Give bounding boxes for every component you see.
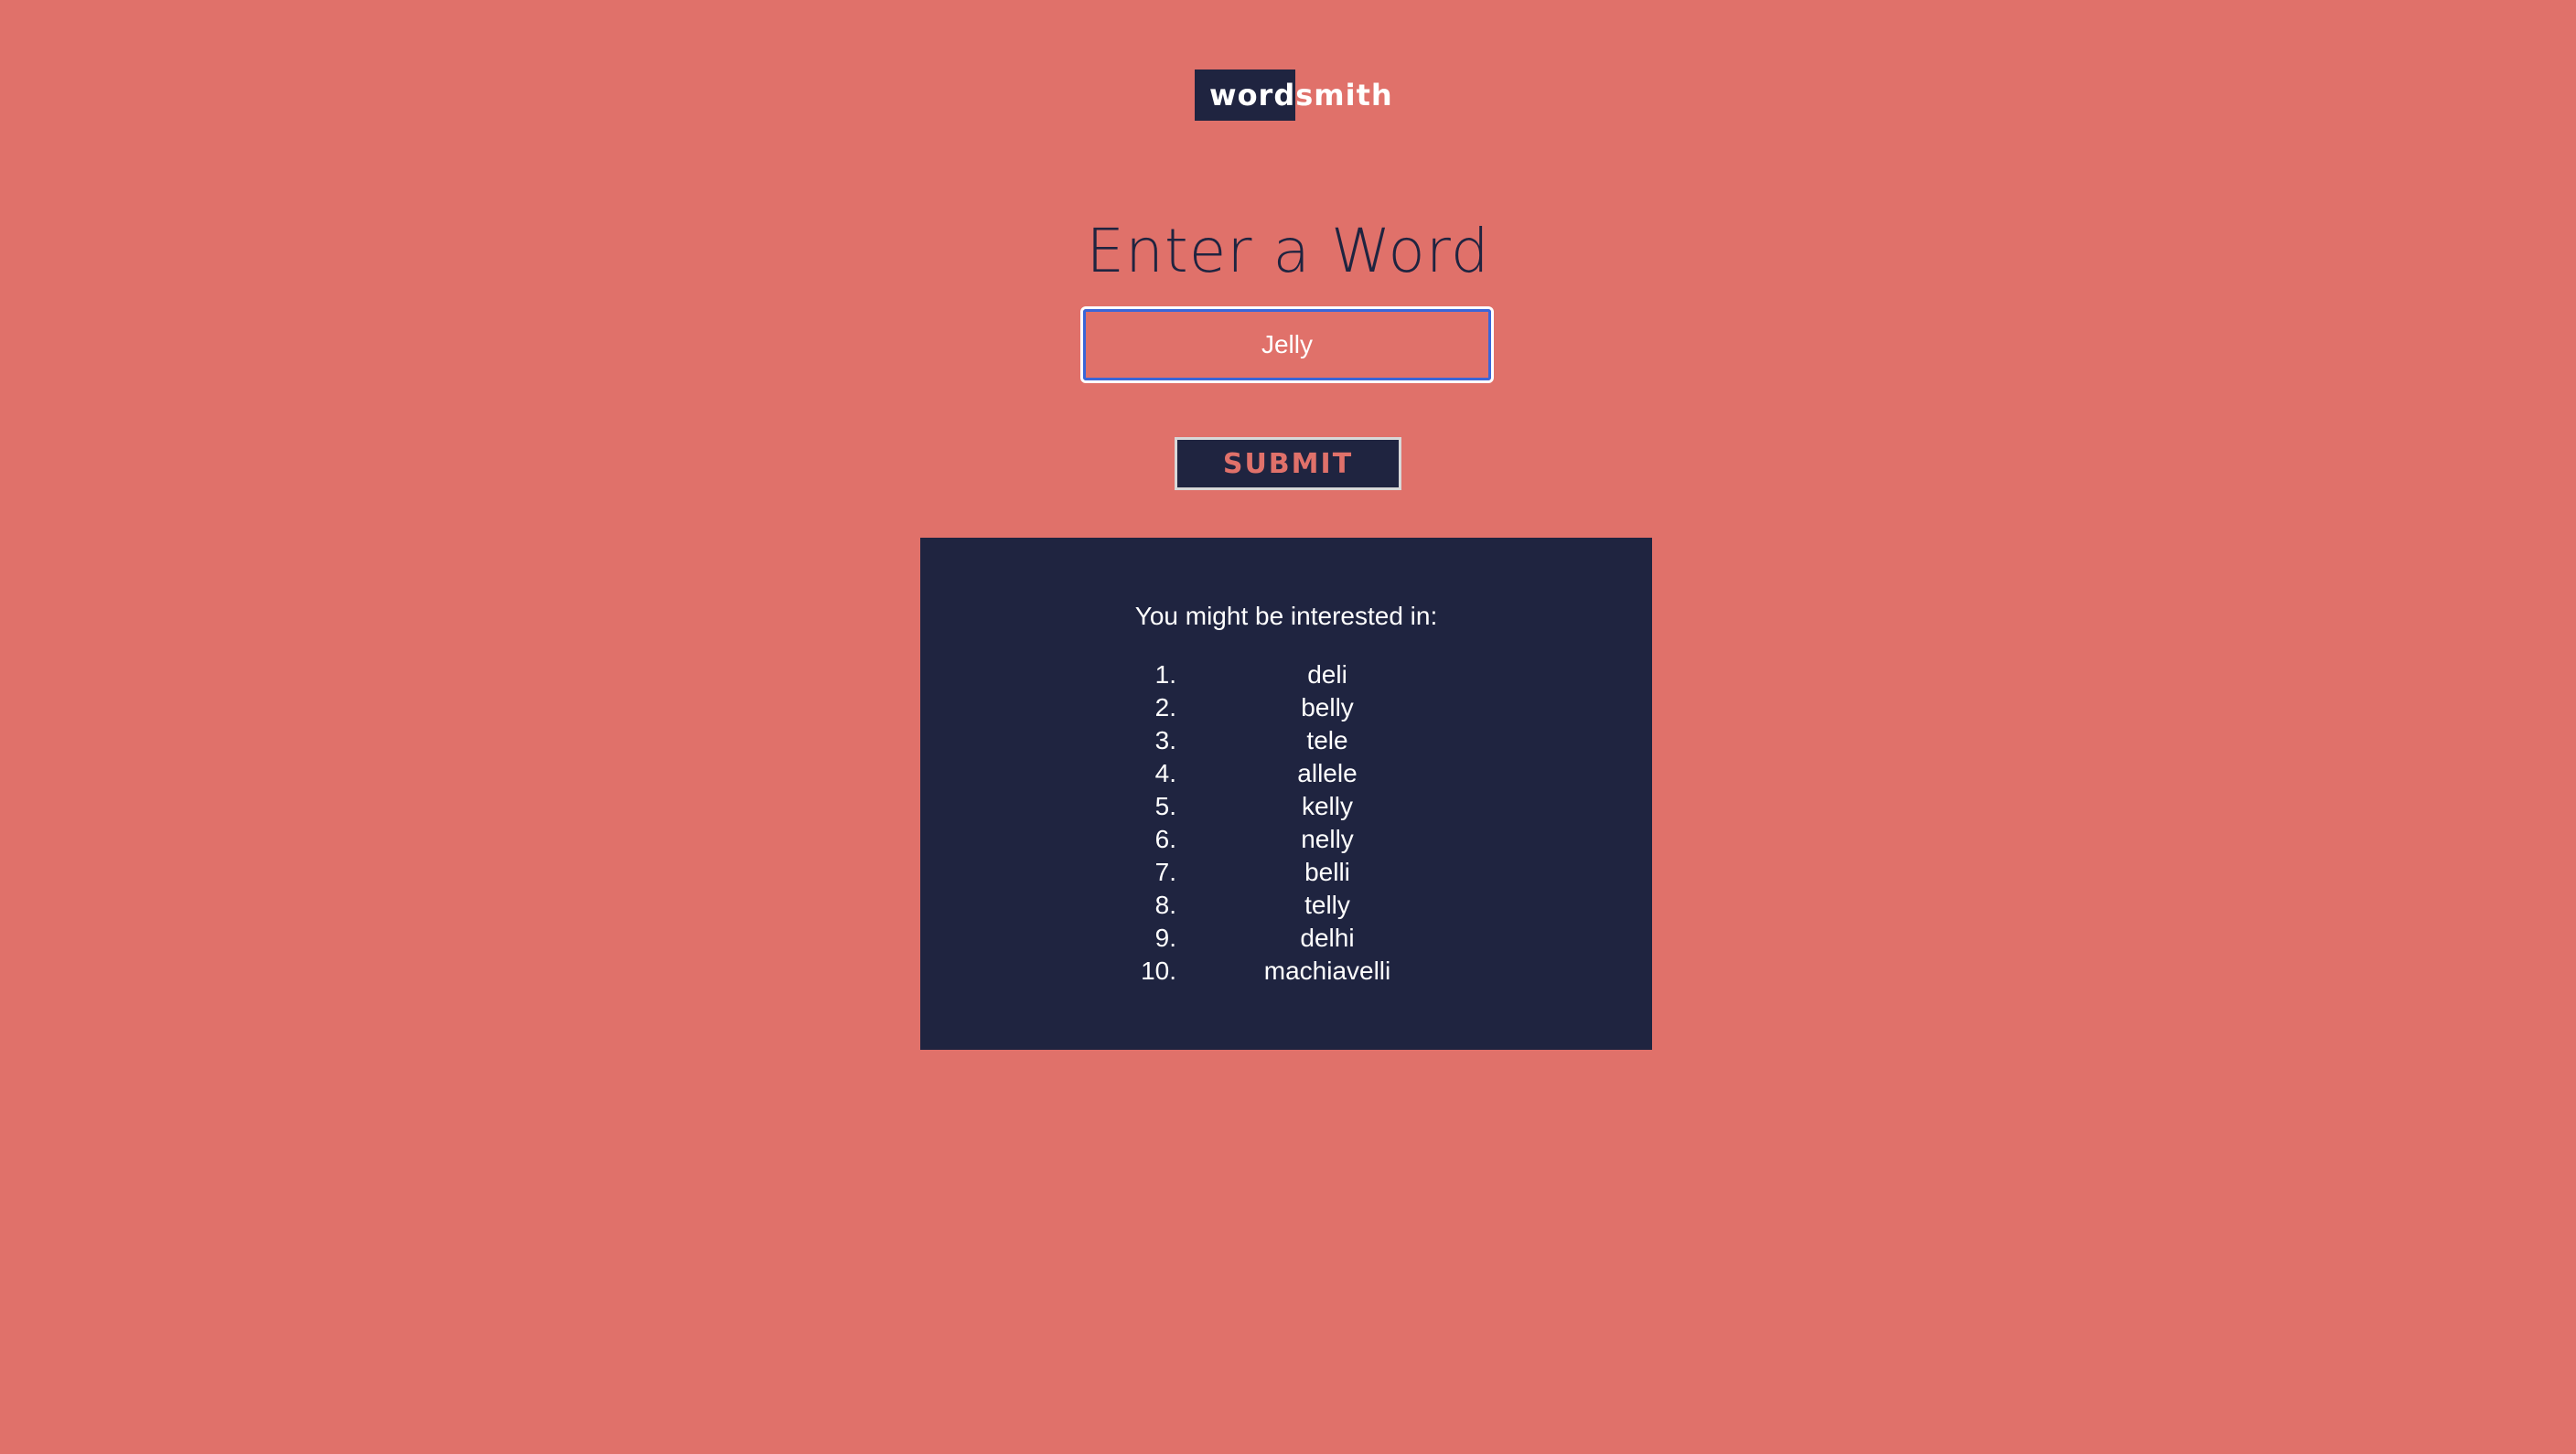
- word-input[interactable]: [1080, 306, 1494, 383]
- list-item-number: 2.: [1154, 693, 1176, 722]
- list-item: 1. deli: [920, 658, 1652, 691]
- list-item: 7. belli: [920, 856, 1652, 889]
- list-item-word: delhi: [1300, 924, 1355, 952]
- results-list: 1. deli 2. belly 3. tele 4. allele 5. ke…: [920, 658, 1652, 988]
- submit-button[interactable]: SUBMIT: [1175, 437, 1401, 490]
- list-item-word: nelly: [1301, 825, 1354, 853]
- list-item-number: 1.: [1154, 660, 1176, 689]
- list-item: 4. allele: [920, 757, 1652, 790]
- list-item-number: 5.: [1154, 792, 1176, 820]
- logo[interactable]: word smith: [1195, 69, 1393, 121]
- list-item: 3. tele: [920, 724, 1652, 757]
- list-item-word: allele: [1297, 759, 1358, 787]
- list-item-word: machiavelli: [1263, 957, 1391, 985]
- list-item-number: 4.: [1154, 759, 1176, 787]
- page-title: Enter a Word: [1086, 216, 1490, 286]
- results-panel: You might be interested in: 1. deli 2. b…: [920, 538, 1652, 1050]
- logo-smith: smith: [1295, 78, 1393, 112]
- list-item: 10. machiavelli: [920, 955, 1652, 988]
- list-item-word: telly: [1304, 891, 1350, 919]
- list-item: 5. kelly: [920, 790, 1652, 823]
- list-item-word: belly: [1301, 693, 1354, 722]
- logo-word: word: [1195, 69, 1296, 121]
- list-item-number: 6.: [1154, 825, 1176, 853]
- list-item-number: 7.: [1154, 858, 1176, 886]
- list-item: 9. delhi: [920, 922, 1652, 955]
- list-item-number: 3.: [1154, 726, 1176, 754]
- results-heading: You might be interested in:: [1134, 602, 1438, 630]
- list-item-number: 9.: [1154, 924, 1176, 952]
- list-item: 6. nelly: [920, 823, 1652, 856]
- list-item-number: 8.: [1154, 891, 1176, 919]
- list-item-word: deli: [1307, 660, 1347, 689]
- list-item-number: 10.: [1141, 957, 1176, 985]
- page: word smith Enter a Word SUBMIT You might…: [0, 0, 2576, 1454]
- list-item: 8. telly: [920, 889, 1652, 922]
- list-item-word: kelly: [1301, 792, 1353, 820]
- list-item: 2. belly: [920, 691, 1652, 724]
- list-item-word: belli: [1304, 858, 1350, 886]
- list-item-word: tele: [1306, 726, 1348, 754]
